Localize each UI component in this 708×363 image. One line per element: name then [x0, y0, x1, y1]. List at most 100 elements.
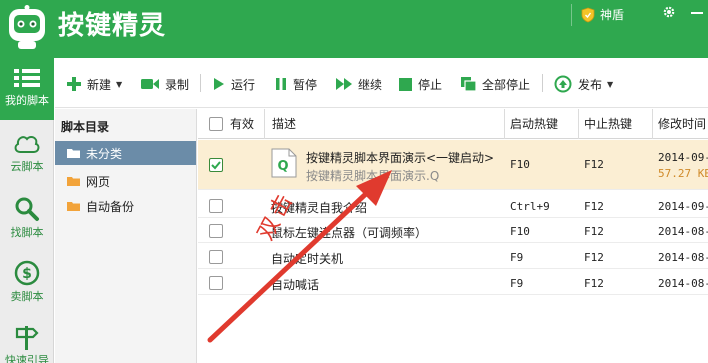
row-modified: 2014-08-	[658, 225, 708, 238]
nav-label: 云脚本	[10, 160, 44, 173]
q-file-icon: Q	[271, 148, 297, 178]
nav-label: 我的脚本	[5, 94, 49, 107]
record-label: 录制	[165, 77, 190, 92]
row-stop-hotkey: F12	[584, 158, 604, 171]
run-label: 运行	[231, 77, 256, 92]
svg-text:Q: Q	[277, 159, 288, 174]
cloud-icon	[14, 135, 40, 153]
directory-title: 脚本目录	[61, 120, 110, 134]
signpost-icon	[15, 326, 39, 350]
col-divider	[652, 109, 653, 139]
row-desc: 自动定时关机	[271, 252, 344, 266]
user-name[interactable]: 神盾	[600, 6, 624, 24]
new-button[interactable]: 新建 ▼	[67, 74, 122, 94]
row-desc: 鼠标左键连点器（可调频率）	[271, 226, 428, 240]
stop-all-icon	[461, 77, 476, 91]
dir-item-auto-backup[interactable]: 自动备份	[55, 194, 196, 218]
new-label: 新建	[87, 77, 112, 92]
col-header-modified[interactable]: 修改时间	[658, 109, 706, 139]
search-icon	[15, 197, 39, 221]
col-divider	[578, 109, 579, 139]
video-camera-icon	[141, 79, 159, 89]
col-header-start-hotkey[interactable]: 启动热键	[510, 109, 558, 139]
header-divider	[571, 4, 572, 26]
chevron-down-icon: ▼	[116, 79, 123, 89]
resume-button[interactable]: 继续	[336, 74, 382, 94]
svg-text:$: $	[22, 266, 32, 282]
toolbar: 新建 ▼ 录制 运行 暂停 继续 停止 全部停止 发布 ▼	[55, 58, 708, 108]
col-divider	[504, 109, 505, 139]
window-menu-icon[interactable]	[689, 6, 703, 20]
table-row[interactable]: Q 按键精灵脚本界面演示<一键启动> 按键精灵脚本界面演示.Q F10 F12 …	[198, 140, 708, 190]
row-stop-hotkey: F12	[584, 200, 604, 213]
toolbar-divider	[542, 74, 543, 92]
dir-item-label: 自动备份	[86, 199, 135, 214]
table-row[interactable]: 自动定时关机 F9 F12 2014-08-	[198, 245, 708, 269]
nav-label: 快速引导	[5, 354, 49, 363]
nav-label: 找脚本	[10, 226, 44, 239]
plus-icon	[67, 77, 81, 91]
row-checkbox[interactable]	[209, 276, 223, 290]
nav-label: 卖脚本	[10, 290, 44, 303]
nav-my-scripts[interactable]: 我的脚本	[0, 58, 54, 120]
folder-icon	[67, 202, 80, 211]
row-modified: 2014-08-	[658, 277, 708, 290]
select-all-checkbox[interactable]	[209, 117, 223, 131]
row-start-hotkey: F10	[510, 158, 530, 171]
chevron-down-icon: ▼	[607, 79, 614, 89]
app-title: 按键精灵	[58, 11, 167, 41]
row-file-size: 57.27 KB	[658, 167, 708, 180]
row-modified: 2014-09-	[658, 151, 708, 164]
shield-icon[interactable]	[581, 7, 595, 23]
script-directory: 脚本目录 未分类 网页 自动备份	[55, 109, 197, 363]
nav-find-scripts[interactable]: 找脚本	[0, 188, 54, 250]
nav-cloud-scripts[interactable]: 云脚本	[0, 124, 54, 186]
row-file-name: 按键精灵脚本界面演示.Q	[306, 169, 440, 183]
row-checkbox[interactable]	[209, 224, 223, 238]
app-header: 按键精灵 神盾	[0, 0, 708, 58]
row-checkbox[interactable]	[209, 250, 223, 264]
stop-label: 停止	[418, 77, 443, 92]
upload-icon	[554, 75, 572, 93]
col-header-desc[interactable]: 描述	[272, 109, 296, 139]
stop-all-button[interactable]: 全部停止	[461, 74, 530, 94]
table-row[interactable]: 自动喊话 F9 F12 2014-08-	[198, 271, 708, 295]
resume-label: 继续	[358, 77, 383, 92]
row-start-hotkey: Ctrl+9	[510, 200, 550, 213]
app-logo	[9, 5, 45, 49]
dir-item-web[interactable]: 网页	[55, 169, 196, 193]
list-icon	[14, 69, 40, 87]
nav-sell-scripts[interactable]: $ 卖脚本	[0, 252, 54, 314]
dollar-icon: $	[14, 260, 40, 286]
toolbar-divider	[200, 74, 201, 92]
folder-icon	[67, 149, 80, 158]
stop-icon	[399, 77, 412, 91]
row-stop-hotkey: F12	[584, 277, 604, 290]
dir-item-uncategorized[interactable]: 未分类	[55, 141, 196, 165]
row-checkbox[interactable]	[209, 199, 223, 213]
col-divider	[264, 109, 265, 139]
publish-button[interactable]: 发布 ▼	[554, 74, 613, 94]
row-desc: 按键精灵脚本界面演示<一键启动>	[306, 151, 495, 165]
play-icon	[214, 78, 224, 90]
stop-all-label: 全部停止	[482, 77, 531, 92]
row-checkbox[interactable]	[209, 158, 223, 172]
col-header-stop-hotkey[interactable]: 中止热键	[584, 109, 632, 139]
row-start-hotkey: F9	[510, 251, 524, 264]
run-button[interactable]: 运行	[213, 74, 255, 94]
pause-button[interactable]: 暂停	[275, 74, 317, 94]
row-start-hotkey: F9	[510, 277, 524, 290]
row-modified: 2014-08-	[658, 251, 708, 264]
dir-item-label: 网页	[86, 174, 111, 189]
publish-label: 发布	[578, 77, 603, 92]
nav-quick-guide[interactable]: 快速引导	[0, 316, 54, 363]
col-header-valid[interactable]: 有效	[230, 109, 254, 139]
record-button[interactable]: 录制	[141, 74, 189, 94]
row-stop-hotkey: F12	[584, 225, 604, 238]
checkmark-icon	[211, 161, 221, 170]
fast-forward-icon	[336, 78, 352, 90]
gear-icon[interactable]	[662, 5, 676, 19]
dir-item-label: 未分类	[86, 146, 123, 161]
pause-icon	[276, 78, 286, 90]
stop-button[interactable]: 停止	[399, 74, 442, 94]
